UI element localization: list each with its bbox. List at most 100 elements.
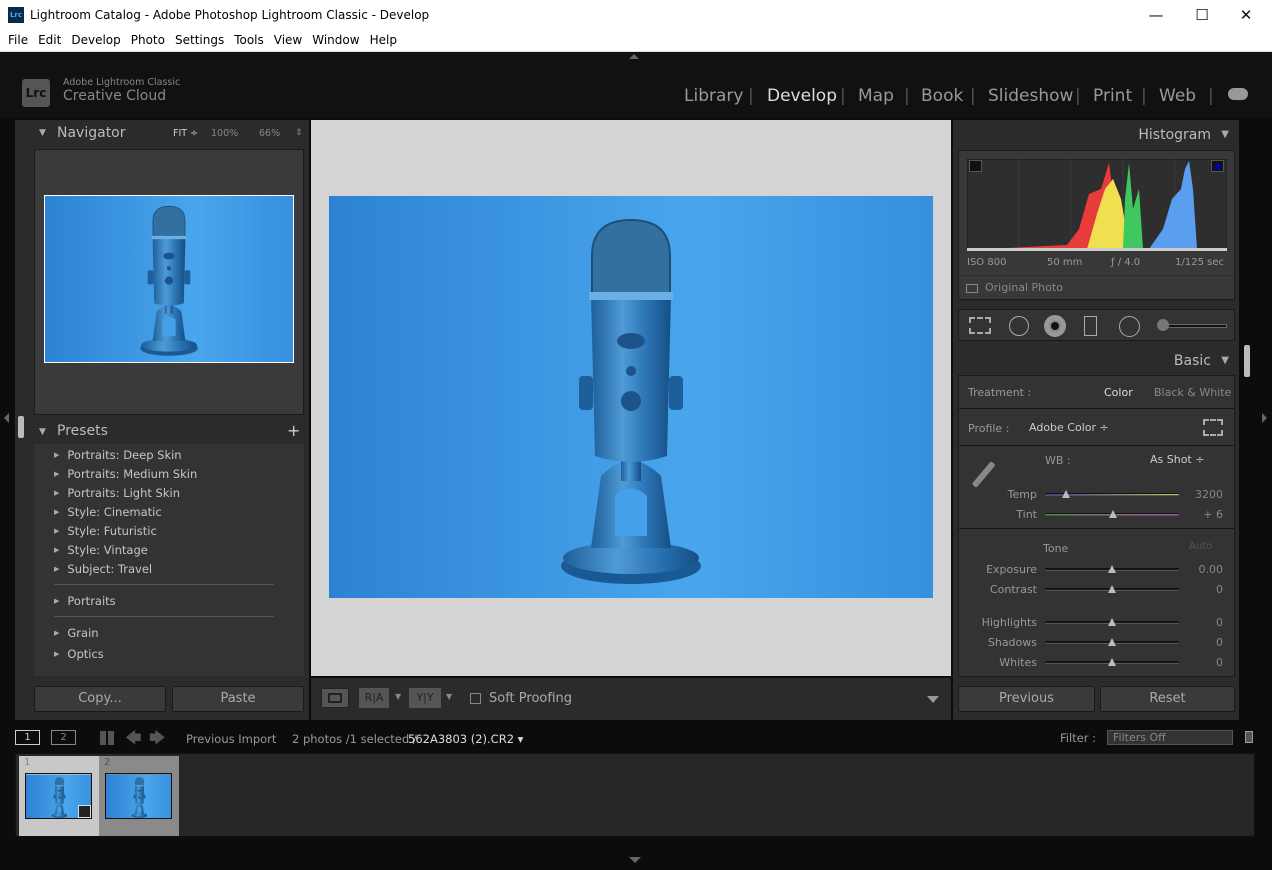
menu-settings[interactable]: Settings — [175, 33, 224, 47]
secondary-window-button[interactable]: 2 — [51, 730, 76, 745]
menu-photo[interactable]: Photo — [131, 33, 165, 47]
right-panel-toggle-icon[interactable] — [1262, 413, 1267, 423]
adjustment-brush-slider[interactable] — [1159, 324, 1227, 328]
treatment-color[interactable]: Color — [1104, 386, 1133, 399]
module-library[interactable]: Library — [684, 86, 743, 106]
shadow-clipping-icon[interactable] — [969, 160, 982, 172]
filmstrip-source[interactable]: Previous Import — [186, 732, 276, 746]
preset-group[interactable]: Grain — [54, 626, 98, 640]
close-button[interactable]: ✕ — [1224, 0, 1268, 30]
spot-removal-icon[interactable] — [1009, 316, 1029, 336]
soft-proofing-label[interactable]: Soft Proofing — [489, 691, 572, 706]
back-arrow-icon[interactable]: 🡄 — [125, 727, 142, 754]
filter-lock-icon[interactable] — [1245, 731, 1253, 743]
module-develop[interactable]: Develop — [767, 86, 837, 106]
filmstrip-filename[interactable]: 562A3803 (2).CR2 ▾ — [408, 732, 523, 746]
preset-item[interactable]: Style: Vintage — [54, 543, 147, 557]
grid-view-icon[interactable] — [100, 731, 114, 745]
left-panel-toggle-icon[interactable] — [4, 413, 9, 423]
slider-thumb[interactable] — [1108, 585, 1116, 593]
slider-value[interactable]: 0 — [1179, 583, 1223, 596]
eyedropper-icon[interactable] — [971, 461, 996, 488]
before-after-yy-button[interactable]: Y|Y — [409, 688, 441, 708]
navigator-thumbnail[interactable] — [44, 195, 294, 363]
menu-edit[interactable]: Edit — [38, 33, 61, 47]
zoom-66[interactable]: 66% — [259, 128, 280, 139]
original-photo-label[interactable]: Original Photo — [985, 281, 1063, 294]
radial-filter-icon[interactable] — [1119, 316, 1140, 337]
slider-thumb[interactable] — [1108, 658, 1116, 666]
slider-value[interactable]: 0 — [1179, 656, 1223, 669]
loupe-view-button[interactable] — [321, 688, 349, 708]
dropdown-icon[interactable]: ▼ — [395, 692, 401, 701]
image-canvas[interactable] — [311, 120, 951, 676]
add-preset-button[interactable]: + — [287, 421, 300, 440]
preset-item[interactable]: Portraits: Medium Skin — [54, 467, 197, 481]
adjustment-brush-icon[interactable] — [1157, 319, 1169, 331]
module-map[interactable]: Map — [858, 86, 894, 106]
toolbar-menu-icon[interactable] — [927, 696, 939, 703]
slider-value[interactable]: 0 — [1179, 636, 1223, 649]
photo-preview[interactable] — [329, 196, 933, 598]
menu-develop[interactable]: Develop — [71, 33, 120, 47]
crop-tool-icon[interactable] — [969, 317, 991, 334]
right-scrollbar[interactable] — [1244, 345, 1250, 377]
preset-item[interactable]: Portraits: Deep Skin — [54, 448, 181, 462]
slider-thumb[interactable] — [1108, 638, 1116, 646]
collapse-icon[interactable]: ▼ — [39, 128, 46, 138]
copy-button[interactable]: Copy... — [34, 686, 166, 712]
profile-select[interactable]: Adobe Color ÷ — [1029, 421, 1109, 434]
module-book[interactable]: Book — [921, 86, 963, 106]
slider-thumb[interactable] — [1108, 618, 1116, 626]
reset-button[interactable]: Reset — [1100, 686, 1235, 712]
collapse-icon[interactable]: ▼ — [39, 427, 46, 437]
menu-file[interactable]: File — [8, 33, 28, 47]
preset-item[interactable]: Subject: Travel — [54, 562, 152, 576]
original-photo-checkbox[interactable] — [966, 284, 978, 293]
forward-arrow-icon[interactable]: 🡆 — [149, 727, 166, 754]
preset-item[interactable]: Portraits: Light Skin — [54, 486, 180, 500]
menu-view[interactable]: View — [274, 33, 302, 47]
filmstrip-thumb-1[interactable]: 1 — [19, 756, 99, 836]
slider-thumb[interactable] — [1109, 510, 1118, 518]
preset-item[interactable]: Style: Futuristic — [54, 524, 156, 538]
collapse-top-icon[interactable] — [629, 54, 639, 59]
preset-item[interactable]: Style: Cinematic — [54, 505, 161, 519]
dropdown-icon[interactable]: ▼ — [446, 692, 452, 701]
filmstrip-thumb-2[interactable]: 2 — [99, 756, 179, 836]
zoom-100[interactable]: 100% — [211, 128, 238, 139]
highlight-clipping-icon[interactable] — [1211, 160, 1224, 172]
graduated-filter-icon[interactable] — [1084, 316, 1097, 336]
navigator-preview[interactable] — [34, 149, 304, 415]
zoom-fit[interactable]: FIT ÷ — [173, 128, 198, 139]
profile-browser-icon[interactable] — [1203, 419, 1223, 436]
filter-select[interactable]: Filters Off — [1107, 730, 1233, 745]
menu-help[interactable]: Help — [370, 33, 397, 47]
minimize-button[interactable]: — — [1134, 0, 1178, 30]
collapse-bottom-icon[interactable] — [629, 857, 641, 863]
preset-group[interactable]: Optics — [54, 647, 103, 661]
slider-thumb[interactable] — [1108, 565, 1116, 573]
preset-group[interactable]: Portraits — [54, 594, 115, 608]
wb-select[interactable]: As Shot ÷ — [1150, 453, 1204, 466]
red-eye-icon[interactable] — [1044, 315, 1066, 337]
zoom-chevron-icon[interactable]: ⇕ — [295, 128, 303, 138]
slider-value[interactable]: 0 — [1179, 616, 1223, 629]
treatment-black-white[interactable]: Black & White — [1154, 386, 1231, 399]
cloud-sync-icon[interactable] — [1228, 88, 1248, 100]
main-window-button[interactable]: 1 — [15, 730, 40, 745]
slider-value[interactable]: + 6 — [1179, 508, 1223, 521]
slider-value[interactable]: 3200 — [1179, 488, 1223, 501]
before-after-ra-button[interactable]: R|A — [359, 688, 389, 708]
paste-button[interactable]: Paste — [172, 686, 304, 712]
auto-tone-button[interactable]: Auto — [1189, 541, 1212, 552]
soft-proofing-checkbox[interactable] — [470, 693, 481, 704]
module-web[interactable]: Web — [1159, 86, 1196, 106]
collapse-icon[interactable]: ▼ — [1221, 129, 1229, 140]
menu-window[interactable]: Window — [312, 33, 359, 47]
slider-thumb[interactable] — [1062, 490, 1071, 498]
maximize-button[interactable]: ☐ — [1180, 0, 1224, 30]
menu-tools[interactable]: Tools — [234, 33, 264, 47]
previous-button[interactable]: Previous — [958, 686, 1095, 712]
slider-value[interactable]: 0.00 — [1179, 563, 1224, 576]
